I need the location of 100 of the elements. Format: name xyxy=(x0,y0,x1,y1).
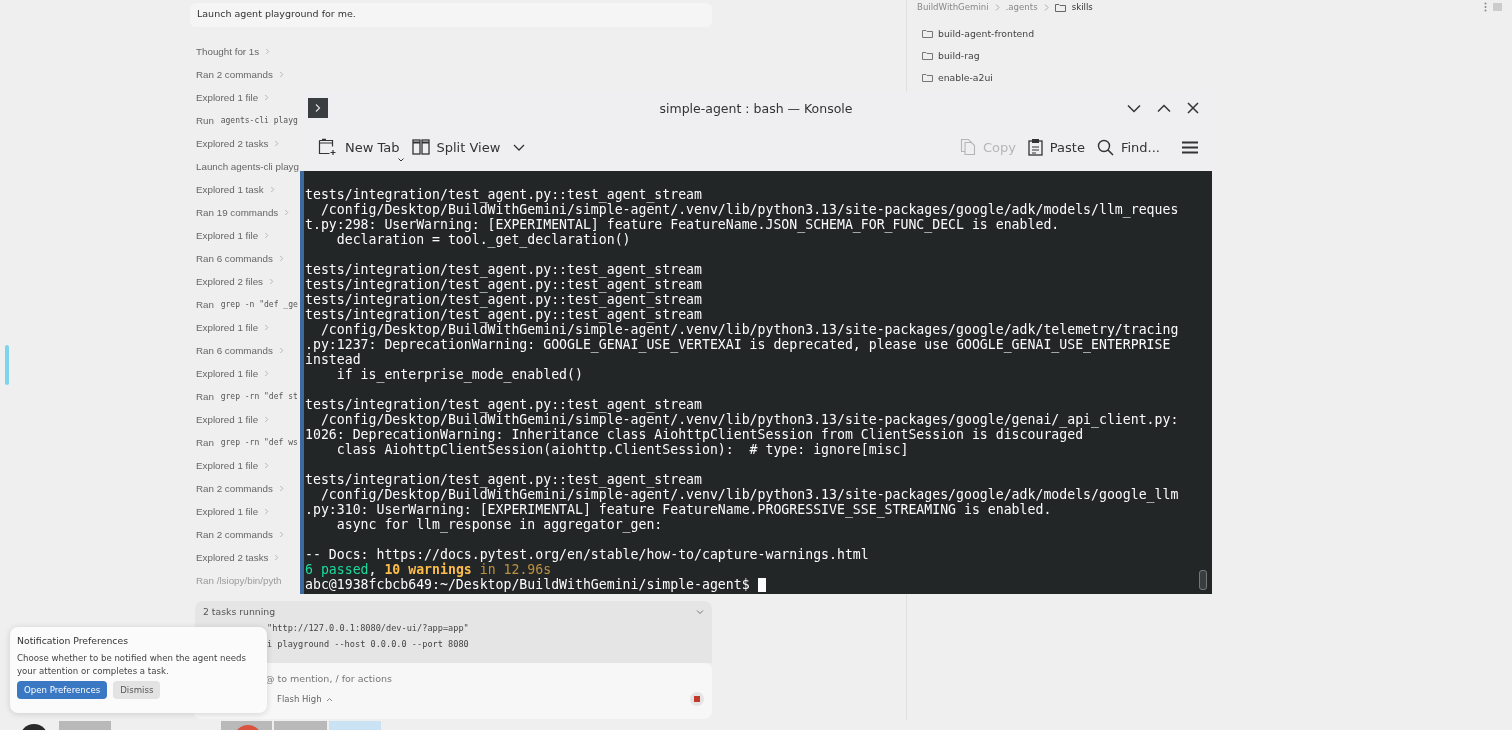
step-summary[interactable]: Explored 1 file xyxy=(196,224,270,247)
model-selector[interactable]: Flash High xyxy=(277,694,333,704)
step-summary[interactable]: Ran 2 commands xyxy=(196,523,284,546)
chevron-right-icon xyxy=(264,94,270,101)
terminal-line: declaration = tool._get_declaration() xyxy=(335,232,631,247)
minimize-icon[interactable] xyxy=(1127,103,1141,113)
thumbnail-icon[interactable] xyxy=(274,721,327,730)
step-summary[interactable]: Thought for 1s xyxy=(196,40,271,63)
terminal-line: /config/Desktop/BuildWithGemini/simple-agent/.venv/lib/python3.13/site-packages/google/adk/models/llm_reques xyxy=(320,202,1179,217)
terminal-line: tests/integration/test_agent.py::test_agent_stream xyxy=(305,292,702,307)
chevron-right-icon xyxy=(274,554,280,561)
terminal-line: .py:310: UserWarning: [EXPERIMENTAL] feature FeatureName.PROGRESSIVE_SSE_STREAMING is enabled. xyxy=(305,502,1052,517)
dismiss-button[interactable]: Dismiss xyxy=(113,681,161,699)
folder-icon xyxy=(922,50,933,60)
close-icon[interactable] xyxy=(1187,102,1199,114)
terminal-line: /config/Desktop/BuildWithGemini/simple-agent/.venv/lib/python3.13/site-packages/google/adk/models/google_llm xyxy=(320,487,1179,502)
split-view-icon xyxy=(411,139,430,155)
breadcrumb-item[interactable]: skills xyxy=(1071,2,1093,12)
test-summary-line: 6 passed, 10 warnings in 12.96s xyxy=(305,562,552,577)
more-icon[interactable] xyxy=(1484,2,1487,12)
scrollbar-thumb[interactable] xyxy=(1199,570,1207,590)
user-message: Launch agent playground for me. xyxy=(190,3,712,27)
step-summary[interactable]: Explored 1 task xyxy=(196,178,275,201)
chevron-right-icon xyxy=(265,48,271,55)
chevron-right-icon xyxy=(269,278,274,285)
thumbnail-icon[interactable] xyxy=(329,721,381,730)
new-tab-icon xyxy=(318,138,338,156)
terminal-line: tests/integration/test_agent.py::test_agent_stream xyxy=(305,277,702,292)
folder-item[interactable]: enable-a2ui xyxy=(917,66,993,88)
maximize-icon[interactable] xyxy=(1157,103,1171,113)
chevron-right-icon xyxy=(264,462,270,469)
breadcrumb-item[interactable]: .agents xyxy=(1005,2,1038,12)
caret-up-icon xyxy=(325,696,333,702)
folder-item[interactable]: build-agent-frontend xyxy=(917,22,1035,44)
step-summary[interactable]: Launch agents-cli playg xyxy=(196,155,299,178)
folder-icon xyxy=(922,72,933,82)
folder-icon xyxy=(922,28,933,38)
chevron-right-icon xyxy=(1043,3,1049,11)
step-summary[interactable]: Explored 1 file xyxy=(196,408,270,431)
terminal-line: tests/integration/test_agent.py::test_agent_stream xyxy=(305,472,702,487)
clipboard-icon xyxy=(1027,138,1043,156)
terminal-line: async for llm_response in aggregator_gen: xyxy=(335,517,663,532)
terminal-line: if is_enterprise_mode_enabled() xyxy=(335,367,583,382)
notification-title: Notification Preferences xyxy=(17,635,129,646)
chevron-right-icon xyxy=(264,508,270,515)
step-command[interactable]: Run agents-cli playg xyxy=(196,109,298,132)
search-icon xyxy=(1096,138,1114,156)
chevron-right-icon xyxy=(278,531,284,538)
terminal-line: tests/integration/test_agent.py::test_agent_stream xyxy=(305,307,702,322)
caret-down-icon xyxy=(513,143,526,151)
copy-icon xyxy=(959,138,976,156)
stop-button[interactable] xyxy=(690,692,704,706)
step-summary[interactable]: Ran 6 commands xyxy=(196,339,284,362)
chevron-right-icon xyxy=(278,71,284,78)
terminal-line: 1026: DeprecationWarning: Inheritance class AiohttpClientSession from ClientSession is discouraged xyxy=(305,427,1084,442)
folder-item[interactable]: build-rag xyxy=(917,44,980,66)
step-command[interactable]: Ran grep -n "def _ge xyxy=(196,293,298,316)
chevron-down-icon[interactable] xyxy=(696,608,704,615)
terminal-line: t.py:298: UserWarning: [EXPERIMENTAL] feature FeatureName.JSON_SCHEMA_FOR_FUNC_DECL is enabled. xyxy=(305,217,1060,232)
terminal-line: tests/integration/test_agent.py::test_agent_stream xyxy=(305,187,702,202)
step-summary[interactable]: Explored 2 tasks xyxy=(196,546,280,569)
thumbnail-icon[interactable] xyxy=(59,721,111,730)
step-summary[interactable]: Explored 1 file xyxy=(196,86,270,109)
terminal-line: /config/Desktop/BuildWithGemini/simple-agent/.venv/lib/python3.13/site-packages/google/adk/telemetry/tracing xyxy=(320,322,1179,337)
step-command[interactable]: Ran grep -rn "def ws xyxy=(196,431,298,454)
terminal-line: .py:1237: DeprecationWarning: GOOGLE_GENAI_USE_VERTEXAI is deprecated, please use GOOGLE_GENAI_USE_ENTERPRISE xyxy=(305,337,1171,352)
step-command[interactable]: Ran grep -rn "def st xyxy=(196,385,298,408)
terminal-line: -- Docs: https://docs.pytest.org/en/stable/how-to/capture-warnings.html xyxy=(305,547,869,562)
chevron-right-icon xyxy=(264,416,270,423)
caret-down-icon xyxy=(397,158,404,162)
find-button[interactable]: Find... xyxy=(1094,135,1166,159)
folder-name: enable-a2ui xyxy=(938,71,993,83)
step-summary[interactable]: Ran 2 commands xyxy=(196,63,284,86)
step-summary[interactable]: Explored 1 file xyxy=(196,316,270,339)
menu-icon[interactable] xyxy=(1182,140,1198,154)
breadcrumb-item[interactable]: BuildWithGemini xyxy=(917,2,989,12)
terminal-line: instead xyxy=(305,352,361,367)
chevron-right-icon xyxy=(278,347,284,354)
window-title: simple-agent : bash — Konsole xyxy=(659,100,853,116)
step-summary[interactable]: Explored 1 file xyxy=(196,500,270,523)
step-summary[interactable]: Explored 1 file xyxy=(196,454,270,477)
scroll-marker xyxy=(5,345,9,385)
folder-name: build-agent-frontend xyxy=(938,27,1035,39)
terminal-output[interactable] xyxy=(300,171,1212,594)
folder-name: build-rag xyxy=(938,49,980,61)
split-button[interactable]: Split View xyxy=(409,136,532,158)
chevron-right-icon xyxy=(994,3,1000,11)
step-summary[interactable]: Ran 6 commands xyxy=(196,247,284,270)
step-summary[interactable]: Explored 1 file xyxy=(196,362,270,385)
open-preferences-button[interactable]: Open Preferences xyxy=(17,681,108,699)
step-summary[interactable]: Explored 2 files xyxy=(196,270,274,293)
new-tab-button[interactable]: New Tab xyxy=(316,135,406,159)
step-summary[interactable]: Ran 2 commands xyxy=(196,477,284,500)
shell-prompt: abc@1938fcbcb649:~/Desktop/BuildWithGemini/simple-agent$ xyxy=(305,577,766,592)
step-summary[interactable]: Ran 19 commands xyxy=(196,201,290,224)
chevron-right-icon xyxy=(314,103,322,113)
step-summary[interactable]: Explored 2 tasks xyxy=(196,132,280,155)
paste-button[interactable]: Paste xyxy=(1025,135,1091,159)
chevron-right-icon xyxy=(274,140,280,147)
chevron-right-icon xyxy=(269,186,275,193)
